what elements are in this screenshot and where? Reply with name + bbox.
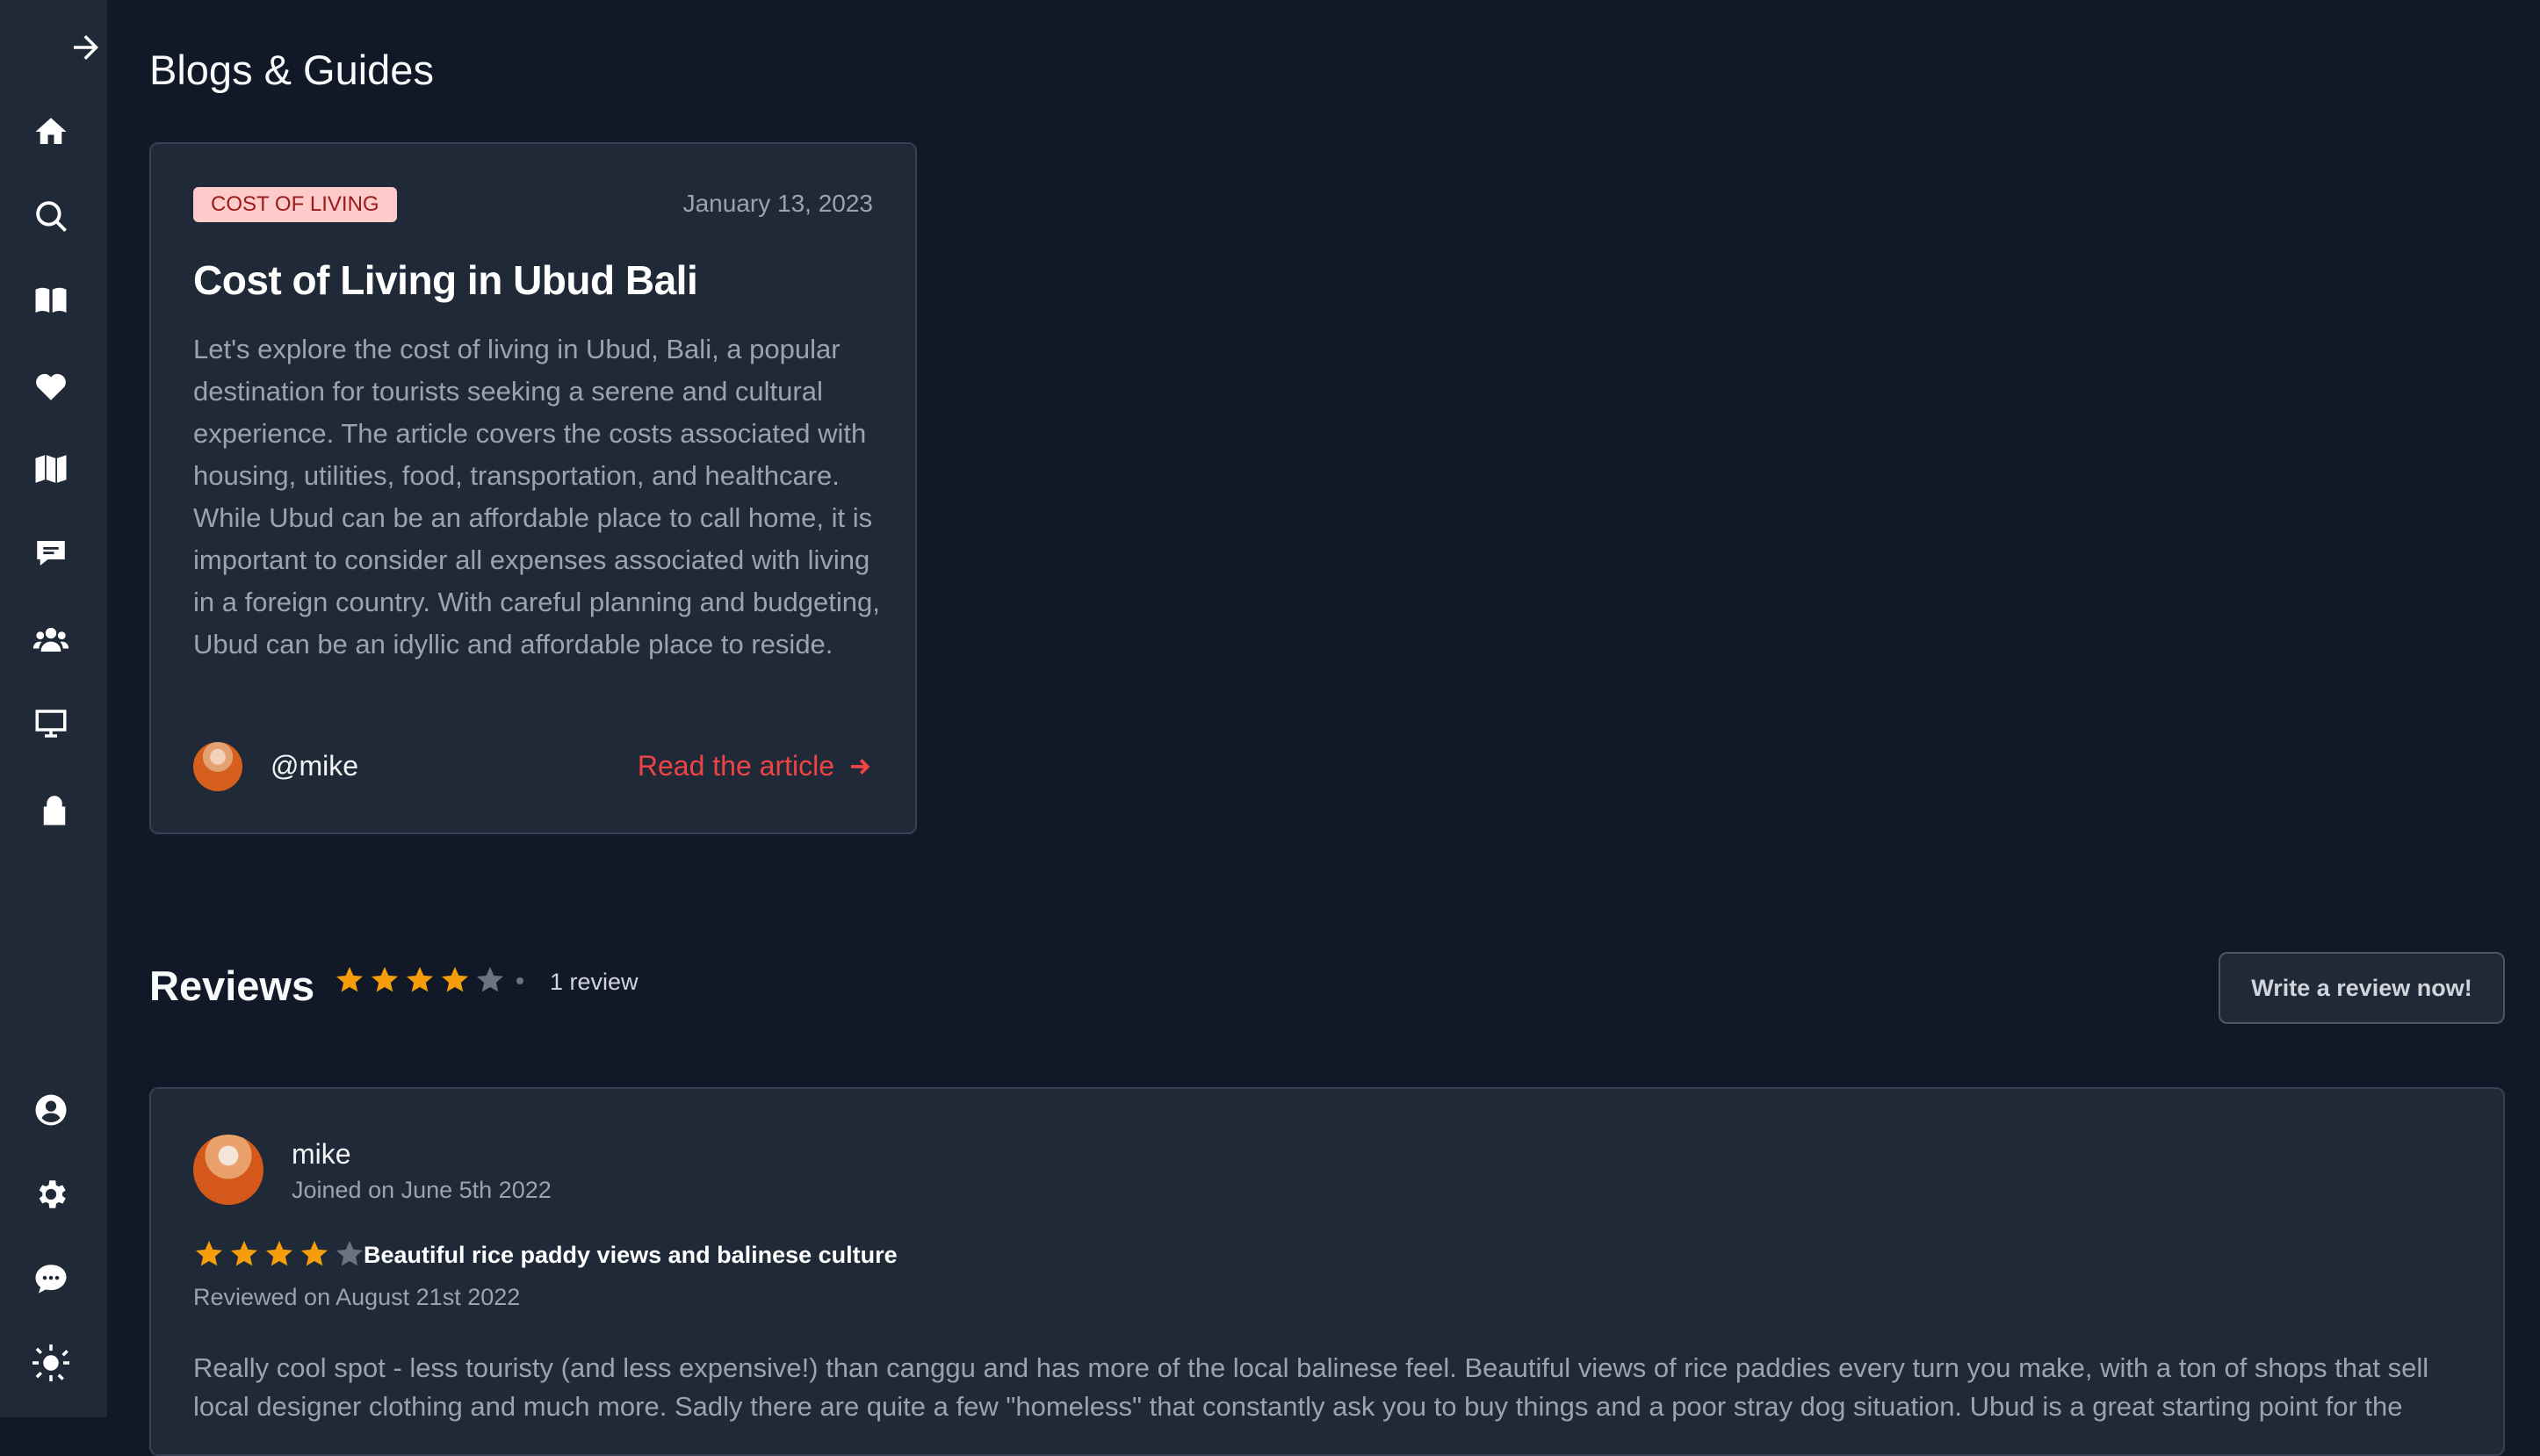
blog-date: January 13, 2023: [683, 190, 873, 218]
monitor-icon: [32, 705, 69, 742]
reviews-section-title: Reviews: [149, 962, 314, 1010]
theme-toggle[interactable]: [25, 1337, 77, 1389]
star-empty-icon: [334, 1238, 365, 1270]
review-heading: Beautiful rice paddy views and balinese …: [364, 1242, 898, 1269]
write-review-button[interactable]: Write a review now!: [2219, 952, 2505, 1024]
expand-sidebar-button[interactable]: [60, 21, 112, 74]
review-date: Reviewed on August 21st 2022: [193, 1284, 520, 1311]
review-count: 1 review: [550, 969, 639, 996]
comments-icon: [32, 535, 69, 572]
expand-arrow-icon: [68, 29, 105, 66]
main-content: Blogs & Guides COST OF LIVING January 13…: [107, 0, 2540, 1417]
nav-search[interactable]: [25, 190, 77, 242]
star-empty-icon: [474, 964, 506, 996]
chat-bubble-icon: [32, 1260, 69, 1297]
star-filled-icon: [263, 1238, 295, 1270]
nav-map[interactable]: [25, 443, 77, 495]
star-filled-icon: [369, 964, 400, 996]
blogs-section-title: Blogs & Guides: [149, 46, 434, 94]
reviewer-name[interactable]: mike: [292, 1138, 351, 1171]
users-icon: [32, 621, 69, 658]
book-icon: [32, 282, 69, 319]
blog-excerpt: Let's explore the cost of living in Ubud…: [193, 328, 887, 666]
nav-private[interactable]: [28, 783, 81, 836]
author-avatar: [193, 742, 242, 791]
star-filled-icon: [439, 964, 471, 996]
lock-icon: [36, 791, 73, 828]
separator-dot: [516, 977, 523, 984]
nav-profile[interactable]: [25, 1084, 77, 1136]
star-filled-icon: [228, 1238, 260, 1270]
review-rating-stars: [193, 1238, 365, 1270]
author-handle[interactable]: @mike: [271, 750, 358, 782]
nav-home[interactable]: [25, 105, 77, 158]
star-filled-icon: [334, 964, 365, 996]
read-article-label: Read the article: [638, 750, 834, 782]
overall-rating-stars: [334, 964, 506, 996]
nav-chat[interactable]: [25, 1252, 77, 1305]
star-filled-icon: [299, 1238, 330, 1270]
blog-title[interactable]: Cost of Living in Ubud Bali: [193, 256, 697, 304]
blog-card[interactable]: COST OF LIVING January 13, 2023 Cost of …: [149, 142, 917, 834]
nav-guides[interactable]: [25, 274, 77, 327]
star-filled-icon: [193, 1238, 225, 1270]
read-article-link[interactable]: Read the article: [638, 750, 873, 782]
search-icon: [32, 198, 69, 234]
reviewer-avatar: [193, 1135, 263, 1205]
nav-favorites[interactable]: [25, 360, 77, 413]
user-circle-icon: [32, 1092, 69, 1128]
home-icon: [32, 113, 69, 150]
reviewer-joined-date: Joined on June 5th 2022: [292, 1177, 552, 1204]
nav-settings[interactable]: [25, 1168, 77, 1221]
star-filled-icon: [404, 964, 436, 996]
review-text: Really cool spot - less touristy (and le…: [193, 1349, 2461, 1426]
arrow-right-icon: [847, 753, 873, 780]
heart-icon: [32, 368, 69, 405]
sun-icon: [32, 1344, 69, 1381]
review-card: mike Joined on June 5th 2022 Beautiful r…: [149, 1087, 2505, 1456]
category-badge: COST OF LIVING: [193, 187, 397, 222]
nav-community[interactable]: [25, 613, 77, 666]
gear-icon: [32, 1176, 69, 1213]
nav-messages[interactable]: [25, 527, 77, 580]
sidebar: [0, 0, 107, 1417]
map-icon: [32, 450, 69, 487]
nav-remote-work[interactable]: [25, 697, 77, 750]
